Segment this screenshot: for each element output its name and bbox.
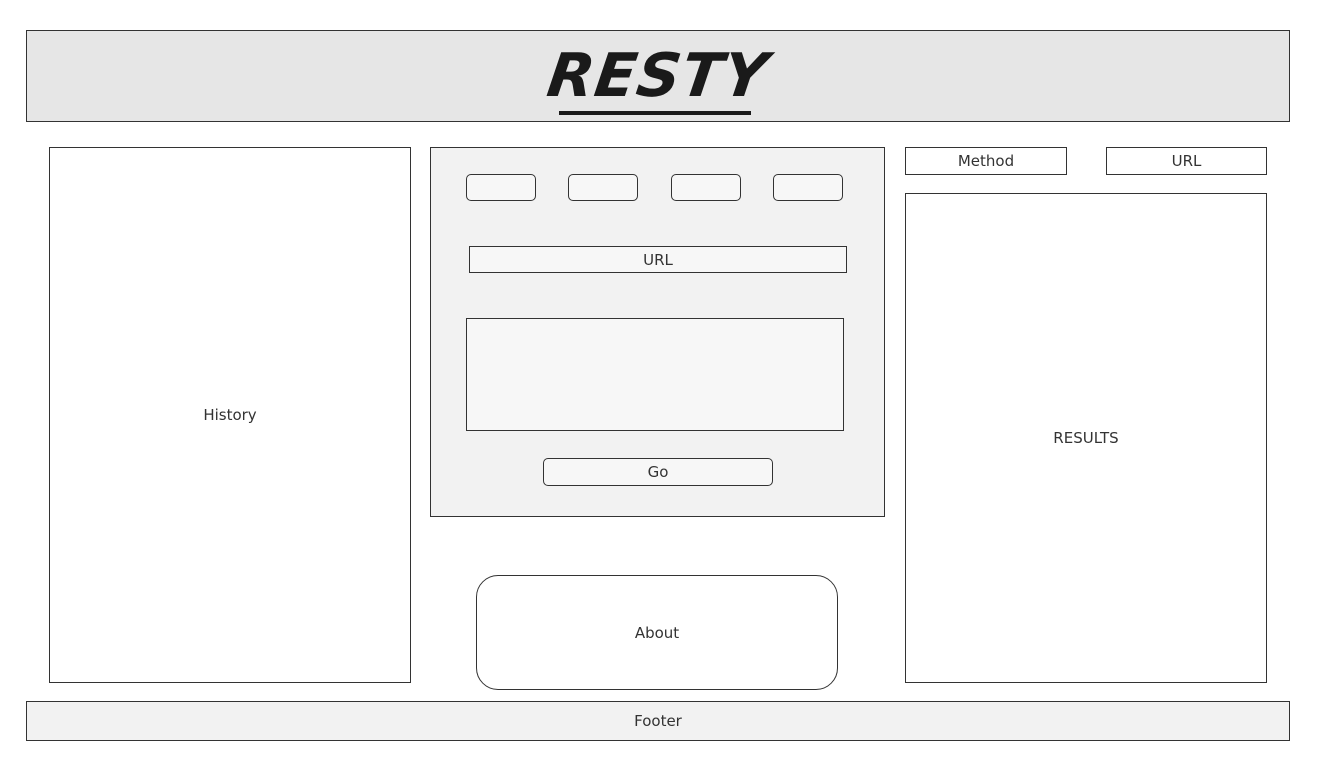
about-label: About xyxy=(634,623,680,642)
method-button-3[interactable] xyxy=(671,174,741,201)
results-url-label: URL xyxy=(1106,147,1267,175)
history-panel: History xyxy=(49,147,411,683)
request-body-textarea[interactable] xyxy=(466,318,844,431)
results-url-text: URL xyxy=(1171,152,1202,170)
url-input-label: URL xyxy=(643,250,673,269)
history-label: History xyxy=(203,406,257,424)
request-form-panel: URL Go xyxy=(430,147,885,517)
results-label: RESULTS xyxy=(1053,429,1119,447)
footer: Footer xyxy=(26,701,1290,741)
go-button-label: Go xyxy=(647,463,669,481)
results-method-text: Method xyxy=(957,152,1015,170)
results-method-label: Method xyxy=(905,147,1067,175)
footer-label: Footer xyxy=(634,712,682,730)
method-button-2[interactable] xyxy=(568,174,638,201)
go-button[interactable]: Go xyxy=(543,458,773,486)
logo: RESTY xyxy=(543,41,773,111)
method-button-4[interactable] xyxy=(773,174,843,201)
results-panel: RESULTS xyxy=(905,193,1267,683)
header: RESTY xyxy=(26,30,1290,122)
logo-underline xyxy=(559,111,751,115)
method-button-1[interactable] xyxy=(466,174,536,201)
url-input[interactable]: URL xyxy=(469,246,847,273)
about-panel: About xyxy=(476,575,838,690)
